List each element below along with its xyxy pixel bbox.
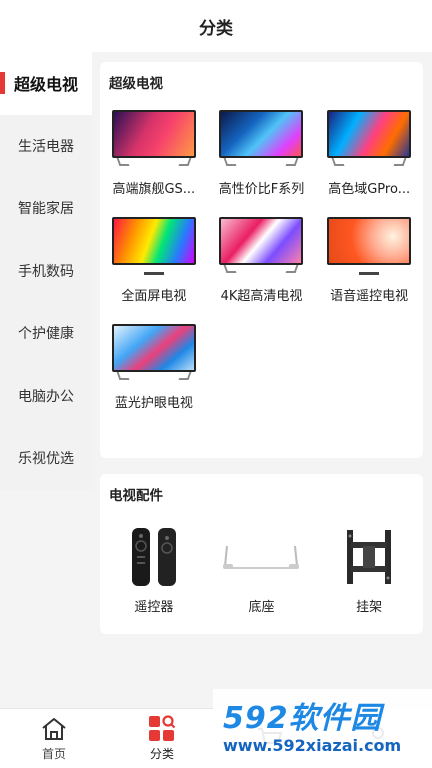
sidebar-item-smart-home[interactable]: 智能家居 [0,177,92,240]
category-icon [147,715,177,743]
tab-home[interactable]: 首页 [0,709,108,768]
sidebar-item-label: 电脑办公 [18,388,74,405]
sidebar-item-computer-office[interactable]: 电脑办公 [0,365,92,428]
sidebar-item-personal-care[interactable]: 个护健康 [0,302,92,365]
product-item-blue-light[interactable]: 蓝光护眼电视 [100,324,208,411]
accessory-label: 挂架 [356,600,383,615]
product-label: 全面屏电视 [121,289,187,304]
tv-icon [327,110,412,168]
accessory-label: 底座 [248,600,275,615]
sidebar-item-phones-digital[interactable]: 手机数码 [0,240,92,303]
app-root: 分类 超级电视 生活电器 智能家居 手机数码 个护健康 电脑办公 乐视优选 超级… [0,0,432,768]
accessory-item-base[interactable]: 底座 [208,526,316,615]
wall-mount-icon [329,526,409,588]
watermark-url: www.592xiazai.com [223,735,402,755]
watermark-logo-text: 592软件园 [223,700,382,736]
product-label: 高色域GPro... [328,182,411,197]
tv-icon [111,217,196,275]
sidebar-item-super-tv[interactable]: 超级电视 [0,52,92,115]
tv-section-card: 超级电视 高端旗舰GS... 高性价比F系列 高色域GPro... 全面屏电视 … [100,62,423,458]
section-title: 电视配件 [109,488,163,504]
tv-product-grid: 高端旗舰GS... 高性价比F系列 高色域GPro... 全面屏电视 4K超高清… [100,110,423,411]
page-title: 分类 [199,18,233,39]
sidebar-item-home-appliances[interactable]: 生活电器 [0,115,92,178]
accessory-item-remote[interactable]: 遥控器 [100,526,208,615]
site-watermark: 592软件园 www.592xiazai.com [213,689,432,768]
accessory-grid: 遥控器 底座 挂架 [100,526,423,615]
tab-label: 分类 [149,747,174,761]
sidebar-item-label: 智能家居 [18,201,74,218]
product-item-gpro[interactable]: 高色域GPro... [315,110,423,197]
tab-label: 首页 [41,747,66,761]
product-item-voice-remote[interactable]: 语音遥控电视 [315,217,423,304]
product-label: 语音遥控电视 [330,289,409,304]
product-item-4k-uhd[interactable]: 4K超高清电视 [208,217,316,304]
sidebar-item-letv-picks[interactable]: 乐视优选 [0,427,92,490]
sidebar-item-label: 乐视优选 [18,451,74,468]
tv-icon [111,110,196,168]
sidebar-item-label: 手机数码 [18,263,74,280]
product-item-gs-flagship[interactable]: 高端旗舰GS... [100,110,208,197]
product-label: 4K超高清电视 [220,289,303,304]
accessory-label: 遥控器 [134,600,174,615]
tab-category[interactable]: 分类 [108,709,216,768]
tv-icon [327,217,412,275]
sidebar-item-label: 生活电器 [18,138,74,155]
product-label: 蓝光护眼电视 [114,396,193,411]
section-title: 超级电视 [109,76,163,92]
product-label: 高端旗舰GS... [112,182,196,197]
sidebar-item-label: 超级电视 [13,75,78,95]
tv-icon [219,217,304,275]
tv-icon [219,110,304,168]
sidebar-item-label: 个护健康 [18,326,74,343]
top-header: 分类 [0,0,432,52]
product-item-full-screen[interactable]: 全面屏电视 [100,217,208,304]
tv-base-icon [221,526,301,588]
accessories-section-card: 电视配件 遥控器 底座 挂架 [100,474,423,634]
product-label: 高性价比F系列 [218,182,305,197]
category-sidebar: 超级电视 生活电器 智能家居 手机数码 个护健康 电脑办公 乐视优选 [0,52,92,490]
accessory-item-wall-mount[interactable]: 挂架 [315,526,423,615]
product-item-f-series[interactable]: 高性价比F系列 [208,110,316,197]
tv-icon [111,324,196,382]
remote-control-icon [114,526,194,588]
home-icon [39,715,69,743]
